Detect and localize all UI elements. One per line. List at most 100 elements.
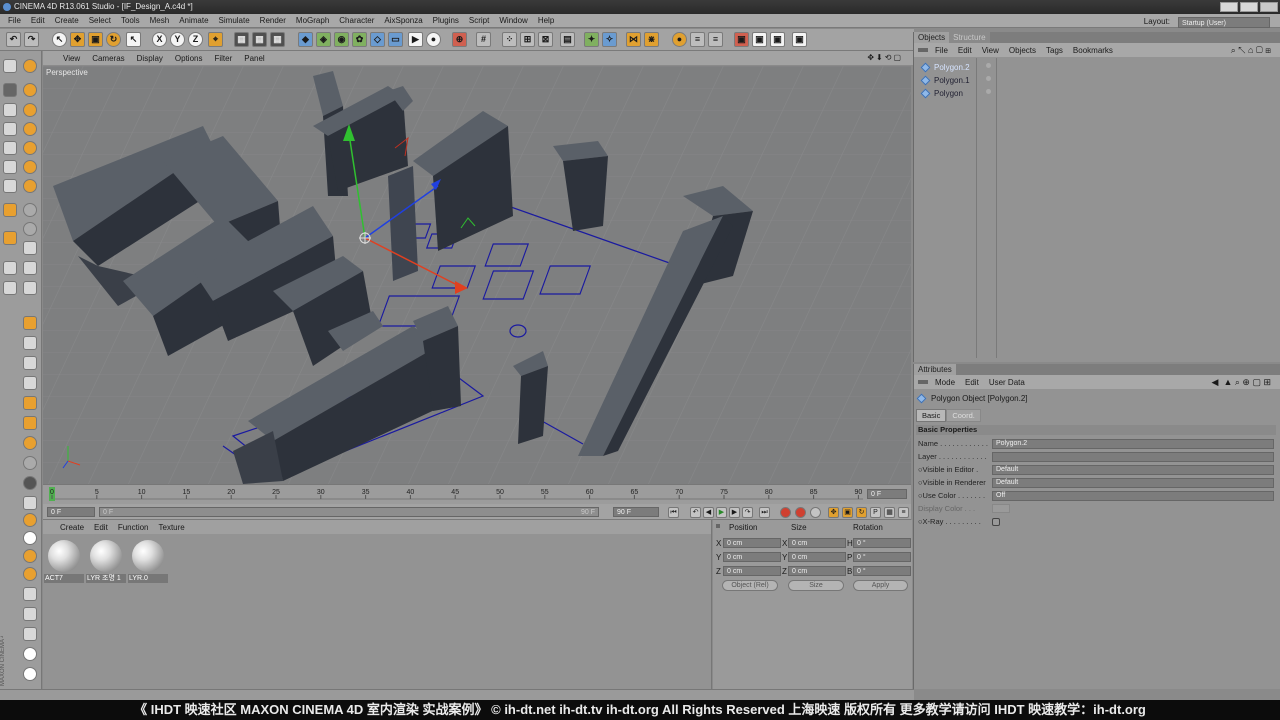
start-frame-field[interactable]: 0 F [47,507,95,517]
position-z-field[interactable]: 0 cm [723,566,781,576]
obj-menu-tags[interactable]: Tags [1041,46,1068,55]
key-scale-icon[interactable]: ▣ [842,507,853,518]
render-picture-viewer-icon[interactable]: ▦ [252,32,267,47]
palette-icon-c10[interactable] [23,496,37,510]
polygon-icon[interactable] [3,179,17,193]
magnet-icon[interactable] [3,203,17,217]
visibility-dot-icon[interactable] [986,76,991,81]
menu-character[interactable]: Character [334,14,379,28]
render-view-icon[interactable]: ▦ [234,32,249,47]
axis-z-lock-icon[interactable]: Z [188,32,203,47]
solo-icon[interactable] [3,261,17,275]
object-row[interactable]: Polygon [920,87,991,99]
menu-simulate[interactable]: Simulate [214,14,255,28]
autokey-icon[interactable] [795,507,806,518]
polygons-mode-icon[interactable]: ⊠ [538,32,553,47]
palette-icon-c17[interactable] [23,627,37,641]
palette-icon-a1[interactable] [23,59,37,73]
palette-icon-c12[interactable] [23,531,37,545]
palette-icon-b2[interactable] [23,222,37,236]
floor-object-icon[interactable]: ▭ [388,32,403,47]
obj-menu-file[interactable]: File [930,46,953,55]
visibility-dot-icon[interactable] [986,63,991,68]
next-frame-icon[interactable]: ▶ [729,507,740,518]
palette-icon-a5[interactable] [23,141,37,155]
palette-icon-c5[interactable] [23,396,37,410]
make-editable-icon[interactable] [3,59,17,73]
size-mode-select[interactable]: Size [788,580,844,591]
viewport-navigation-icons[interactable]: ✥⬇⟲▢ [861,53,909,62]
scale-tool-icon[interactable]: ▣ [88,32,103,47]
mat-menu-function[interactable]: Function [113,523,154,532]
grid-icon[interactable]: # [476,32,491,47]
list-icon-2[interactable]: ≡ [708,32,723,47]
palette-icon-b3[interactable] [23,241,37,255]
palette-icon-c7[interactable] [23,436,37,450]
menu-mograph[interactable]: MoGraph [291,14,334,28]
minimize-button[interactable] [1220,2,1238,12]
size-x-field[interactable]: 0 cm [788,538,846,548]
object-axis-icon[interactable] [3,122,17,136]
perspective-viewport[interactable]: Perspective [43,66,911,484]
object-manager-nav-icons[interactable]: ⌕ ↖ ⌂ ▢ ⊞ [1226,45,1276,56]
end-frame-field[interactable]: 90 F [613,507,659,517]
undo-icon[interactable]: ↶ [6,32,21,47]
script-icon-2[interactable]: ▣ [752,32,767,47]
palette-icon-c3[interactable] [23,356,37,370]
tab-coord[interactable]: Coord. [946,409,981,422]
palette-icon-c6[interactable] [23,416,37,430]
key-pla-icon[interactable]: ▦ [884,507,895,518]
record-active-icon[interactable] [780,507,791,518]
palette-icon-c4[interactable] [23,376,37,390]
frame-range-slider[interactable]: 0 F 90 F [99,507,599,517]
quantize-icon[interactable]: ⋇ [644,32,659,47]
menu-window[interactable]: Window [494,14,532,28]
menu-mesh[interactable]: Mesh [145,14,175,28]
position-y-field[interactable]: 0 cm [723,552,781,562]
rotation-b-field[interactable]: 0 ° [853,566,911,576]
snap-icon[interactable]: ✧ [602,32,617,47]
palette-icon-a3[interactable] [23,103,37,117]
render-settings-icon[interactable]: ▦ [270,32,285,47]
menu-script[interactable]: Script [464,14,494,28]
mat-menu-texture[interactable]: Texture [154,523,190,532]
workplane-icon[interactable]: ✦ [584,32,599,47]
vp-menu-view[interactable]: View [57,54,86,63]
palette-icon-b1[interactable] [23,203,37,217]
palette-icon-c18[interactable] [23,647,37,661]
vp-menu-filter[interactable]: Filter [208,54,238,63]
attr-visible-renderer-select[interactable]: Default [992,477,1274,488]
live-selection-icon[interactable]: ↖ [52,32,67,47]
menu-select[interactable]: Select [84,14,116,28]
nurbs-icon[interactable]: ◉ [334,32,349,47]
prev-key-icon[interactable]: ↶ [690,507,701,518]
menu-aixsponza[interactable]: AixSponza [379,14,427,28]
palette-icon-c9[interactable] [23,476,37,490]
attr-menu-edit[interactable]: Edit [960,378,984,387]
play-icon[interactable]: ▶ [716,507,727,518]
size-y-field[interactable]: 0 cm [788,552,846,562]
palette-icon-c19[interactable] [23,667,37,681]
attr-layer-field[interactable] [992,451,1274,462]
palette-icon-b5[interactable] [23,281,37,295]
script-icon-4[interactable]: ▣ [792,32,807,47]
tab-attributes[interactable]: Attributes [914,364,956,375]
menu-animate[interactable]: Animate [174,14,213,28]
tab-objects[interactable]: Objects [914,32,950,43]
menu-tools[interactable]: Tools [116,14,145,28]
palette-icon-c16[interactable] [23,607,37,621]
position-x-field[interactable]: 0 cm [723,538,781,548]
object-row[interactable]: Polygon.1 [920,74,991,86]
sculpt-icon[interactable] [3,281,17,295]
obj-menu-edit[interactable]: Edit [953,46,977,55]
attribute-nav-icons[interactable]: ◀ ▲ ⌕ ⊕ ▢ ⊞ [1207,377,1276,388]
list-icon-1[interactable]: ≡ [690,32,705,47]
deformer-icon[interactable]: ◇ [370,32,385,47]
axis-y-lock-icon[interactable]: Y [170,32,185,47]
material-swatch[interactable]: ACT7 [44,538,84,586]
vp-menu-options[interactable]: Options [169,54,209,63]
menu-edit[interactable]: Edit [26,14,50,28]
palette-icon-c1[interactable] [23,316,37,330]
display-color-swatch[interactable] [992,504,1010,513]
current-frame-field[interactable]: 0 F [867,489,907,499]
